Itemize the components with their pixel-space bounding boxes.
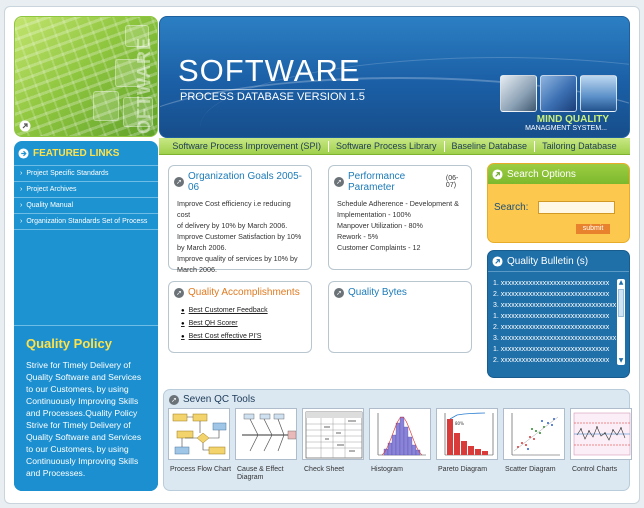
performance-parameter-box: ➚ Performance Parameter (06-07) Schedule A… (328, 165, 472, 270)
process-flow-thumbnail (168, 408, 230, 460)
accomplishment-link[interactable]: Best Cost effective PI'S (181, 333, 311, 340)
qc-tool-histogram[interactable]: Histogram (369, 408, 435, 482)
site-title: SOFTWARE (178, 53, 361, 88)
performance-parameter-title: Performance Parameter (348, 171, 406, 193)
bulletin-item: 1. xxxxxxxxxxxxxxxxxxxxxxxxxxxxxxx (493, 313, 610, 320)
main-nav: Software Process Improvement (SPI) Softw… (159, 138, 630, 155)
search-options-title: Search Options (507, 168, 576, 180)
bulletin-item: 2. xxxxxxxxxxxxxxxxxxxxxxxxxxxxxxx (493, 324, 610, 331)
scrollbar-thumb[interactable] (618, 289, 624, 317)
organization-goals-title: Organization Goals 2005-06 (188, 171, 302, 193)
sidebar-link-organization-standards[interactable]: › Organization Standards Set of Process (14, 214, 158, 230)
pareto-thumbnail: 80% (436, 408, 498, 460)
site-subtitle: PROCESS DATABASE VERSION 1.5 (180, 89, 365, 103)
qc-tool-control-charts[interactable]: Control Charts (570, 408, 636, 482)
quality-bulletin-title: Quality Bulletin (s) (507, 255, 589, 267)
qc-tool-check-sheet[interactable]: Check Sheet (302, 408, 368, 482)
accomplishment-link[interactable]: Best QH Scorer (181, 320, 311, 327)
arrow-circle-icon (19, 120, 31, 132)
keyboard-photo (500, 75, 537, 112)
bulletin-item: 1. xxxxxxxxxxxxxxxxxxxxxxxxxxxxxxx (493, 280, 610, 287)
check-sheet-thumbnail (302, 408, 364, 460)
nav-item-baseline-database[interactable]: Baseline Database (445, 141, 535, 151)
seven-qc-tools-panel: ➚ Seven QC Tools Process Flow Chart Caus… (163, 389, 632, 491)
sidebar: FEATURED LINKS › Project Specific Standar… (14, 141, 158, 491)
bulletin-list: 1. xxxxxxxxxxxxxxxxxxxxxxxxxxxxxxx 2. xx… (493, 278, 617, 366)
search-icon (492, 168, 503, 180)
arrow-circle-icon: ➚ (169, 394, 179, 405)
bulletin-item: 3. xxxxxxxxxxxxxxxxxxxxxxxxxxxxxxxxx (493, 302, 617, 309)
people-photo (580, 75, 617, 112)
scatter-thumbnail (503, 408, 565, 460)
header-banner: SOFTWARE PROCESS DATABASE VERSION 1.5 MI… (159, 16, 630, 138)
quality-policy-title: Quality Policy (26, 336, 112, 351)
quality-bytes-box: ➚ Quality Bytes (328, 281, 472, 353)
logo-vertical-text: SOFTWARE (134, 37, 154, 137)
svg-text:80%: 80% (455, 421, 464, 426)
quality-policy-panel: Quality Policy Strive for Timely Deliver… (14, 325, 158, 491)
bulletin-item: 2. xxxxxxxxxxxxxxxxxxxxxxxxxxxxxxx (493, 291, 610, 298)
organization-goals-text: Improve Cost efficiency i.e reducing cos… (177, 199, 302, 274)
arrow-circle-icon (18, 147, 29, 159)
featured-links-header: FEATURED LINKS (14, 141, 158, 166)
performance-parameter-text: Schedule Adherence - Development & Implem… (337, 199, 459, 252)
bulletin-scrollbar[interactable]: ▲ ▼ (617, 279, 625, 365)
hands-photo (540, 75, 577, 112)
qc-tool-cause-effect-diagram[interactable]: Cause & Effect Diagram (235, 408, 301, 482)
qc-tool-pareto-diagram[interactable]: 80% Pareto Diagram (436, 408, 502, 482)
seven-qc-tools-title: Seven QC Tools (183, 394, 256, 405)
organization-goals-box: ➚ Organization Goals 2005-06 Improve Cost… (168, 165, 312, 274)
nav-item-process-library[interactable]: Software Process Library (329, 141, 444, 151)
qc-tool-scatter-diagram[interactable]: Scatter Diagram (503, 408, 569, 482)
brand-line1: MIND QUALITY (536, 114, 609, 125)
quality-accomplishments-title: Quality Accomplishments (188, 287, 300, 298)
quality-bytes-title: Quality Bytes (348, 287, 407, 298)
qc-tool-process-flow-chart[interactable]: Process Flow Chart (168, 408, 234, 482)
cause-effect-thumbnail (235, 408, 297, 460)
logo-keyboard-image: SOFTWARE (14, 16, 158, 137)
quality-accomplishments-box: ➚ Quality Accomplishments Best Customer F… (168, 281, 312, 353)
bulletin-item: 1. xxxxxxxxxxxxxxxxxxxxxxxxxxxxxxx (493, 346, 610, 353)
accomplishment-link[interactable]: Best Customer Feedback (181, 307, 311, 314)
brand-line2: MANAGMENT SYSTEM... (525, 125, 607, 132)
arrow-circle-icon (492, 255, 503, 267)
search-input[interactable] (538, 201, 615, 214)
nav-item-spi[interactable]: Software Process Improvement (SPI) (165, 141, 328, 151)
control-chart-thumbnail (570, 408, 632, 460)
quality-policy-text: Strive for Timely Delivery of Quality So… (26, 360, 142, 478)
scroll-down-icon[interactable]: ▼ (617, 357, 625, 365)
sidebar-link-quality-manual[interactable]: › Quality Manual (14, 198, 158, 214)
arrow-circle-icon: ➚ (334, 177, 344, 187)
bulletin-item: 3. xxxxxxxxxxxxxxxxxxxxxxxxxxxxxxxxx (493, 335, 617, 342)
sidebar-link-project-specific-standards[interactable]: › Project Specific Standards (14, 166, 158, 182)
histogram-thumbnail (369, 408, 431, 460)
submit-button[interactable]: submit (576, 224, 610, 234)
search-options-panel: Search Options Search: submit (487, 163, 630, 243)
nav-item-tailoring-database[interactable]: Tailoring Database (535, 141, 624, 151)
banner-photos (500, 75, 617, 112)
sidebar-link-project-archives[interactable]: › Project Archives (14, 182, 158, 198)
bulletin-item: 2. xxxxxxxxxxxxxxxxxxxxxxxxxxxxxxx (493, 357, 610, 364)
arrow-circle-icon: ➚ (334, 287, 344, 298)
arrow-circle-icon: ➚ (174, 287, 184, 298)
featured-links-title: FEATURED LINKS (33, 147, 120, 159)
arrow-circle-icon: ➚ (174, 177, 184, 187)
quality-bulletin-panel: Quality Bulletin (s) 1. xxxxxxxxxxxxxxxx… (487, 250, 630, 378)
performance-period: (06-07) (445, 175, 459, 189)
search-label: Search: (494, 202, 529, 213)
scroll-up-icon[interactable]: ▲ (617, 279, 625, 287)
